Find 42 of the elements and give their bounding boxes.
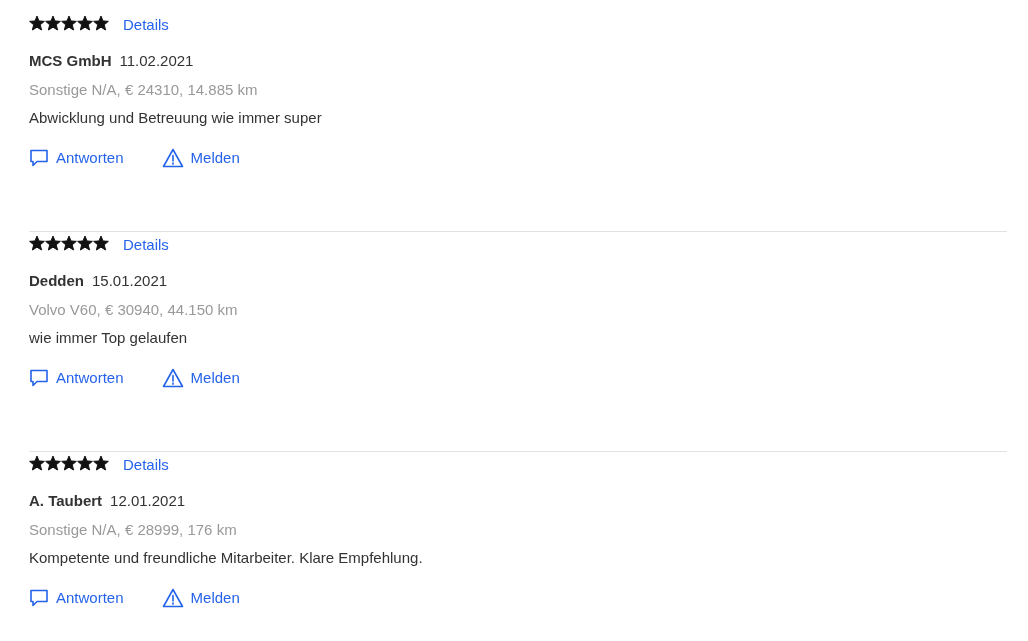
warning-icon	[161, 368, 184, 389]
vehicle-info: Volvo V60, € 30940, 44.150 km	[29, 300, 239, 319]
report-button[interactable]: Melden	[161, 367, 240, 390]
star-icon	[29, 15, 45, 31]
report-button[interactable]: Melden	[161, 587, 240, 610]
star-icon	[93, 455, 109, 471]
review-date: 12.01.2021	[110, 490, 186, 511]
review-text: Kompetente und freundliche Mitarbeiter. Klare Empfehlung.	[29, 548, 424, 567]
details-link[interactable]: Details	[123, 453, 169, 477]
review-text: wie immer Top gelaufen	[29, 328, 189, 347]
speech-bubble-icon	[29, 368, 49, 389]
details-link[interactable]: Details	[123, 233, 169, 257]
star-icon	[77, 455, 93, 471]
star-icon	[93, 235, 109, 251]
speech-bubble-icon	[29, 148, 49, 169]
review-date: 11.02.2021	[119, 50, 194, 71]
star-icon	[77, 15, 93, 31]
report-button[interactable]: Melden	[161, 147, 240, 170]
vehicle-info: Sonstige N/A, € 28999, 176 km	[29, 520, 238, 539]
reply-button[interactable]: Antworten	[29, 147, 124, 170]
star-icon	[45, 15, 61, 31]
reviewer-name: A. Taubert	[29, 490, 103, 511]
review-text: Abwicklung und Betreuung wie immer super	[29, 108, 323, 127]
star-icon	[29, 235, 45, 251]
reply-button[interactable]: Antworten	[29, 587, 124, 610]
warning-icon	[161, 148, 184, 169]
reply-button[interactable]: Antworten	[29, 367, 124, 390]
star-icon	[77, 235, 93, 251]
details-link[interactable]: Details	[123, 13, 169, 37]
star-icon	[29, 455, 45, 471]
star-icon	[93, 15, 109, 31]
vehicle-info: Sonstige N/A, € 24310, 14.885 km	[29, 80, 259, 99]
star-icon	[45, 455, 61, 471]
star-icon	[61, 455, 77, 471]
reviewer-name: MCS GmbH	[29, 50, 112, 71]
reviewer-name: Dedden	[29, 270, 84, 291]
speech-bubble-icon	[29, 588, 49, 609]
star-icon	[61, 15, 77, 31]
review-date: 15.01.2021	[92, 270, 168, 291]
star-icon	[61, 235, 77, 251]
star-icon	[45, 235, 61, 251]
warning-icon	[161, 588, 184, 609]
